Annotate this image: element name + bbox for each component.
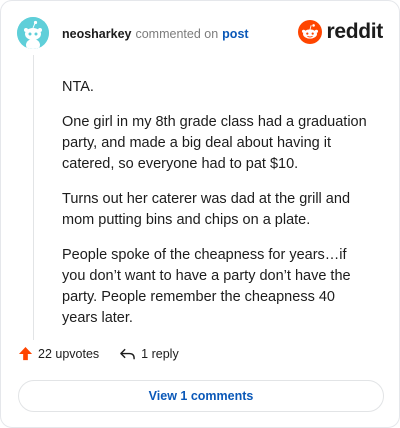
reply-button[interactable]: 1 reply — [119, 347, 179, 361]
comment-body: NTA. One girl in my 8th grade class had … — [62, 77, 372, 343]
comment-card: neosharkey commented on post reddit NTA. O… — [0, 0, 400, 428]
username-link[interactable]: neosharkey — [62, 27, 131, 41]
action-text: commented on — [135, 27, 219, 41]
reddit-brand[interactable]: reddit — [298, 20, 383, 44]
comment-paragraph: People spoke of the cheapness for years…… — [62, 247, 351, 326]
comment-meta: neosharkey commented on post — [62, 27, 249, 41]
reddit-logo-icon — [298, 20, 323, 44]
reply-count: 1 reply — [141, 346, 179, 361]
upvote-arrow-icon — [18, 346, 33, 361]
snoo-avatar-icon — [17, 17, 49, 49]
reply-arrow-icon — [120, 348, 135, 359]
upvote-count: 22 upvotes — [38, 346, 100, 361]
comment-paragraph: One girl in my 8th grade class had a gra… — [62, 114, 367, 172]
thread-line — [33, 55, 34, 340]
user-avatar[interactable] — [17, 17, 49, 49]
comment-actions: 22 upvotes 1 reply — [18, 346, 179, 361]
comment-paragraph: Turns out her caterer was dad at the gri… — [62, 191, 351, 228]
post-link[interactable]: post — [222, 27, 248, 41]
view-comments-button[interactable]: View 1 comments — [18, 380, 384, 412]
comment-paragraph: NTA. — [62, 79, 94, 95]
reddit-wordmark: reddit — [326, 20, 383, 43]
upvote-button[interactable]: 22 upvotes — [18, 346, 99, 361]
